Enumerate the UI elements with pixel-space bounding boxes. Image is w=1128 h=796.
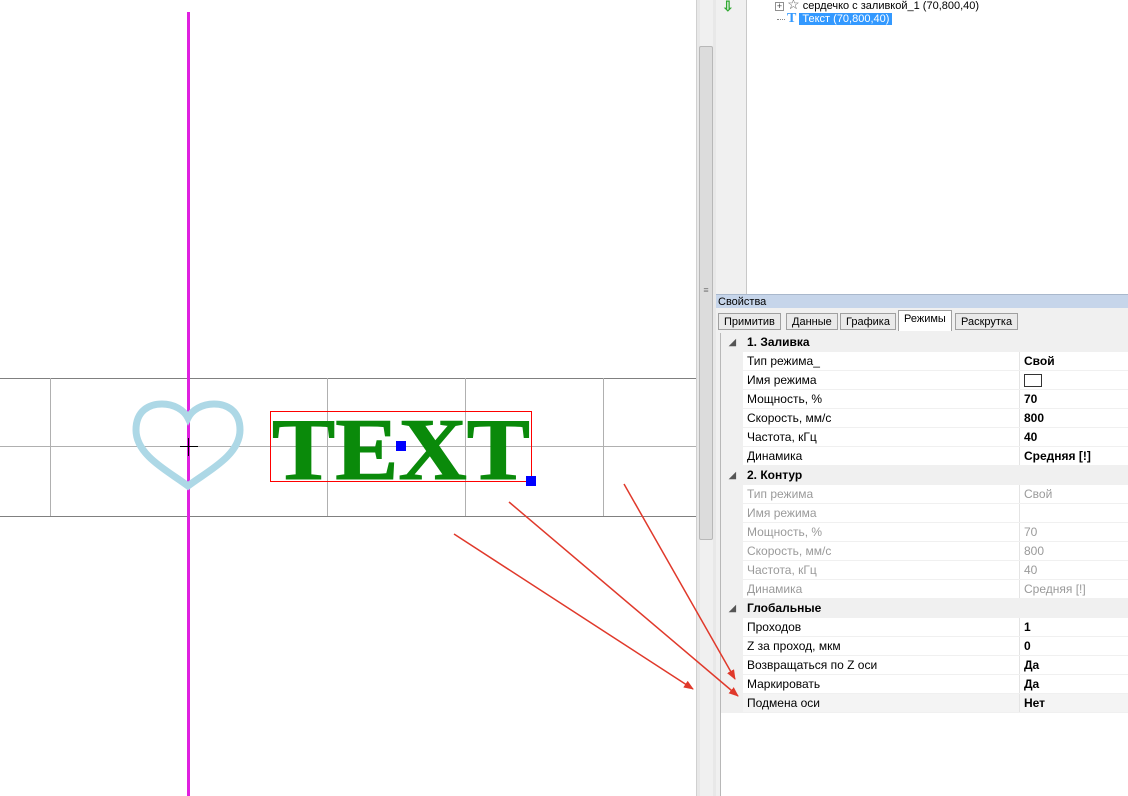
resize-handle[interactable] — [526, 476, 536, 486]
property-name: Тип режима — [747, 487, 814, 501]
property-value[interactable]: Свой — [1019, 352, 1128, 370]
property-row[interactable]: Частота, кГц 40 — [721, 561, 1128, 580]
property-name: Z за проход, мкм — [747, 639, 841, 653]
property-value[interactable]: 40 — [1019, 428, 1128, 446]
property-name: Возвращаться по Z оси — [747, 658, 878, 672]
collapse-triangle-icon[interactable]: ◢ — [729, 466, 736, 485]
text-t-icon: T — [787, 11, 797, 26]
property-value[interactable]: 70 — [1019, 390, 1128, 408]
property-value[interactable]: 1 — [1019, 618, 1128, 636]
property-value[interactable]: 800 — [1019, 542, 1128, 560]
category-global[interactable]: ◢ Глобальные — [721, 599, 1128, 618]
property-value[interactable] — [1019, 504, 1128, 522]
collapse-triangle-icon[interactable]: ◢ — [729, 333, 736, 352]
tree-connector — [777, 19, 785, 20]
property-value[interactable]: Да — [1019, 656, 1128, 674]
property-name: Динамика — [747, 449, 803, 463]
tab-unwinding[interactable]: Раскрутка — [955, 313, 1019, 330]
property-row[interactable]: Имя режима — [721, 371, 1128, 390]
center-crosshair — [180, 438, 198, 456]
tab-data[interactable]: Данные — [786, 313, 838, 330]
property-value[interactable]: 0 — [1019, 637, 1128, 655]
property-row[interactable]: Мощность, % 70 — [721, 523, 1128, 542]
property-value[interactable]: Средняя [!] — [1019, 447, 1128, 465]
property-value[interactable] — [1019, 371, 1128, 389]
tree-item-text[interactable]: T Текст (70,800,40) — [777, 11, 893, 27]
property-name: Мощность, % — [747, 525, 823, 539]
property-row[interactable]: Мощность, % 70 — [721, 390, 1128, 409]
property-grid: ◢ 1. Заливка Тип режима_ Свой Имя режима… — [720, 333, 1128, 796]
property-value[interactable]: 40 — [1019, 561, 1128, 579]
property-value[interactable]: 800 — [1019, 409, 1128, 427]
drawing-canvas[interactable]: TEXT — [0, 0, 696, 796]
category-label: 1. Заливка — [747, 335, 810, 349]
tab-graphics[interactable]: Графика — [840, 313, 896, 330]
tab-modes[interactable]: Режимы — [898, 310, 952, 331]
color-swatch[interactable] — [1024, 374, 1042, 388]
green-down-arrow-icon[interactable]: ⇩ — [722, 0, 734, 13]
property-row[interactable]: Тип режима Свой — [721, 485, 1128, 504]
property-row[interactable]: Тип режима_ Свой — [721, 352, 1128, 371]
property-row[interactable]: Z за проход, мкм 0 — [721, 637, 1128, 656]
property-name: Имя режима — [747, 373, 817, 387]
property-row[interactable]: Имя режима — [721, 504, 1128, 523]
center-handle[interactable] — [396, 441, 406, 451]
property-row[interactable]: Динамика Средняя [!] — [721, 447, 1128, 466]
right-panel: ⇩ + ☆ сердечко с заливкой_1 (70,800,40) … — [716, 0, 1128, 796]
property-row[interactable]: Динамика Средняя [!] — [721, 580, 1128, 599]
property-name: Мощность, % — [747, 392, 823, 406]
property-name: Скорость, мм/с — [747, 411, 832, 425]
category-label: 2. Контур — [747, 468, 803, 482]
category-label: Глобальные — [747, 601, 822, 615]
property-row-axis-swap[interactable]: Подмена оси Нет — [721, 694, 1128, 713]
property-name: Имя режима — [747, 506, 817, 520]
property-row[interactable]: Маркировать Да — [721, 675, 1128, 694]
tree-item-label: Текст (70,800,40) — [799, 13, 893, 25]
canvas-svg: TEXT — [0, 12, 696, 796]
property-row[interactable]: Проходов 1 — [721, 618, 1128, 637]
tree-toolbar: ⇩ — [716, 0, 746, 294]
tree-expander-icon[interactable]: + — [775, 1, 784, 11]
properties-title: Свойства — [716, 294, 1128, 308]
scroll-grip-icon: ≡ — [703, 285, 709, 295]
tab-primitive[interactable]: Примитив — [718, 313, 781, 330]
property-value[interactable]: Свой — [1019, 485, 1128, 503]
property-name: Скорость, мм/с — [747, 544, 832, 558]
tree-area: + ☆ сердечко с заливкой_1 (70,800,40) T … — [746, 0, 1128, 294]
category-contour[interactable]: ◢ 2. Контур — [721, 466, 1128, 485]
property-row[interactable]: Скорость, мм/с 800 — [721, 542, 1128, 561]
property-name: Частота, кГц — [747, 430, 817, 444]
property-name: Тип режима_ — [747, 354, 820, 368]
property-row[interactable]: Скорость, мм/с 800 — [721, 409, 1128, 428]
property-value[interactable]: Средняя [!] — [1019, 580, 1128, 598]
property-name: Частота, кГц — [747, 563, 817, 577]
property-name: Подмена оси — [747, 696, 820, 710]
property-value[interactable]: 70 — [1019, 523, 1128, 541]
property-name: Проходов — [747, 620, 802, 634]
property-value[interactable]: Да — [1019, 675, 1128, 693]
properties-tabs: Примитив Данные Графика Режимы Раскрутка — [716, 309, 1128, 331]
collapse-triangle-icon[interactable]: ◢ — [729, 599, 736, 618]
category-fill[interactable]: ◢ 1. Заливка — [721, 333, 1128, 352]
property-name: Маркировать — [747, 677, 821, 691]
object-tree: ⇩ + ☆ сердечко с заливкой_1 (70,800,40) … — [716, 0, 1128, 294]
property-row[interactable]: Частота, кГц 40 — [721, 428, 1128, 447]
property-row[interactable]: Возвращаться по Z оси Да — [721, 656, 1128, 675]
canvas-vertical-scrollbar[interactable]: ≡ — [696, 0, 716, 796]
property-value[interactable]: Нет — [1019, 694, 1128, 712]
property-name: Динамика — [747, 582, 803, 596]
